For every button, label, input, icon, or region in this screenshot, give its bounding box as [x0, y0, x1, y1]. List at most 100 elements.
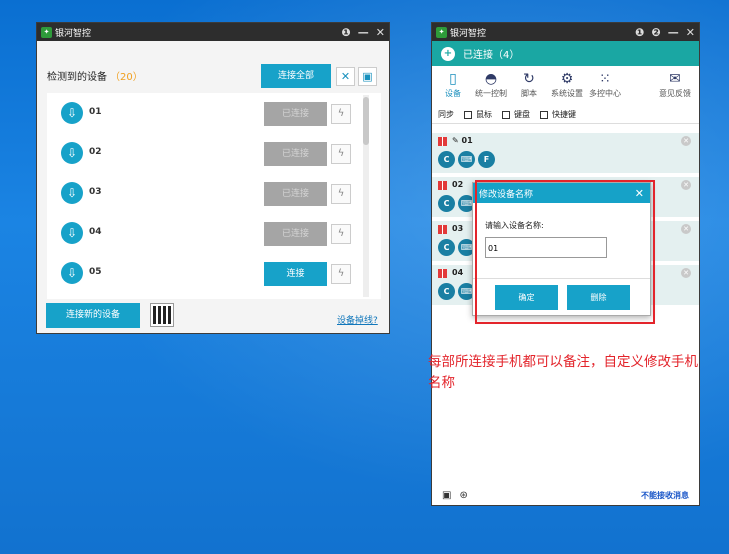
sync-keyboard-checkbox[interactable]: 键盘: [502, 109, 530, 120]
windows-icon: [438, 269, 447, 278]
list-item: ⇩ 04 已连接 ϟ: [47, 213, 367, 253]
screen-icon[interactable]: C: [438, 195, 455, 212]
gear-icon: ⚙: [560, 71, 574, 87]
device-name: ✎ 01: [452, 136, 473, 145]
detected-count: （20）: [110, 71, 143, 83]
device-name: 03: [89, 187, 102, 197]
title-bar: ✦ 银河智控 ❶ ❷ — ✕: [432, 23, 699, 41]
connected-button[interactable]: 已连接: [264, 142, 327, 166]
close-icon[interactable]: ✕: [681, 224, 691, 234]
flash-icon[interactable]: ϟ: [331, 144, 351, 164]
connected-button[interactable]: 已连接: [264, 222, 327, 246]
device-name: 01: [89, 107, 102, 117]
connected-button[interactable]: 已连接: [264, 182, 327, 206]
info-icon[interactable]: ❶: [341, 26, 350, 39]
windows-icon: [438, 225, 447, 234]
minimize-button[interactable]: —: [358, 26, 369, 39]
tool-unified-control[interactable]: ◓ 统一控制: [472, 70, 510, 106]
title-bar: ✦ 银河智控 ❶ — ✕: [37, 23, 389, 41]
checkbox-label: 鼠标: [476, 110, 492, 119]
device-name-text: 01: [461, 136, 473, 145]
tool-settings[interactable]: ⚙ 系统设置: [548, 70, 586, 106]
device-name: 04: [89, 227, 102, 237]
device-name: 02: [89, 147, 102, 157]
message-status[interactable]: 不能接收消息: [641, 490, 689, 501]
list-item: ⇩ 05 连接 ϟ: [47, 253, 367, 293]
keyboard-icon[interactable]: ⌨: [458, 151, 475, 168]
sync-label: 同步: [438, 110, 454, 119]
device-name: 02: [452, 180, 464, 189]
connect-new-device-button[interactable]: 连接新的设备: [46, 303, 140, 328]
list-item: ⇩ 01 已连接 ϟ: [47, 93, 367, 133]
checkbox-label: 键盘: [514, 110, 530, 119]
flash-icon[interactable]: ϟ: [331, 224, 351, 244]
connect-all-button[interactable]: 连接全部: [261, 64, 331, 88]
usb-icon: ⇩: [61, 222, 83, 244]
feedback-icon: ✉: [669, 71, 681, 87]
tool-label: 多控中心: [589, 89, 621, 98]
tool-devices[interactable]: ▯ 设备: [434, 70, 472, 106]
flash-icon[interactable]: ϟ: [331, 264, 351, 284]
usb-icon: ⇩: [61, 142, 83, 164]
help-icon[interactable]: ❷: [651, 26, 660, 39]
tool-label: 系统设置: [551, 89, 583, 98]
status-bar: ▣ ⊛ 不能接收消息: [432, 485, 699, 505]
close-icon[interactable]: ✕: [681, 136, 691, 146]
sync-shortcut-checkbox[interactable]: 快捷键: [540, 109, 576, 120]
info-icon[interactable]: ❶: [635, 26, 644, 39]
window-title: 银河智控: [450, 28, 487, 39]
windows-icon: [438, 181, 447, 190]
screen-icon[interactable]: C: [438, 151, 455, 168]
device-name: 05: [89, 267, 102, 277]
tool-feedback[interactable]: ✉ 意见反馈: [653, 70, 697, 106]
detected-label: 检测到的设备: [47, 71, 107, 83]
device-list-window: ✦ 银河智控 ❶ — ✕ 检测到的设备 （20） 连接全部 ✕ ▣ ⇩ 01 已…: [36, 22, 390, 334]
usb-icon: ⇩: [61, 102, 83, 124]
connect-button[interactable]: 连接: [264, 262, 327, 286]
scrollbar-thumb[interactable]: [363, 97, 369, 145]
device-name: 03: [452, 224, 464, 233]
device-card[interactable]: ✎ 01 ✕ C ⌨ F: [432, 133, 699, 175]
tools-icon[interactable]: ✕: [336, 67, 355, 86]
usb-icon: ⇩: [61, 182, 83, 204]
window-title: 银河智控: [55, 28, 92, 39]
checkbox-label: 快捷键: [552, 110, 576, 119]
grid-icon: ⁙: [599, 71, 611, 87]
flash-icon[interactable]: ϟ: [331, 104, 351, 124]
close-button[interactable]: ✕: [376, 26, 385, 39]
minimize-button[interactable]: —: [668, 26, 679, 39]
flash-icon[interactable]: ϟ: [331, 184, 351, 204]
toolbox-icon[interactable]: ▣: [358, 67, 377, 86]
close-icon[interactable]: ✕: [681, 268, 691, 278]
device-offline-link[interactable]: 设备掉线?: [337, 313, 378, 326]
tool-label: 意见反馈: [659, 89, 691, 98]
tool-label: 脚本: [521, 89, 537, 98]
settings-wheel-icon[interactable]: ⊛: [459, 490, 467, 501]
annotation-text: 每部所连接手机都可以备注，自定义修改手机名称: [428, 354, 698, 391]
highlight-box: [475, 180, 655, 324]
connected-bar[interactable]: + 已连接（4）: [432, 41, 699, 66]
tool-label: 统一控制: [475, 89, 507, 98]
add-icon[interactable]: +: [441, 46, 455, 61]
control-icon: ◓: [484, 71, 498, 87]
usb-icon: ⇩: [61, 262, 83, 284]
toolbar: ▯ 设备 ◓ 统一控制 ↻ 脚本 ⚙ 系统设置 ⁙ 多控中心 ✉ 意见反馈: [432, 66, 699, 106]
script-icon: ↻: [523, 71, 535, 87]
file-icon[interactable]: F: [478, 151, 495, 168]
connected-button[interactable]: 已连接: [264, 102, 327, 126]
tool-multi-control[interactable]: ⁙ 多控中心: [586, 70, 624, 106]
sync-bar: 同步 鼠标 键盘 快捷键: [432, 106, 699, 124]
close-button[interactable]: ✕: [686, 26, 695, 39]
windows-icon: [438, 137, 447, 146]
list-item: ⇩ 03 已连接 ϟ: [47, 173, 367, 213]
close-icon[interactable]: ✕: [681, 180, 691, 190]
qr-code-icon[interactable]: [150, 303, 174, 327]
screen-icon[interactable]: C: [438, 239, 455, 256]
sync-mouse-checkbox[interactable]: 鼠标: [464, 109, 492, 120]
image-icon[interactable]: ▣: [442, 490, 451, 501]
list-scrollbar[interactable]: [363, 95, 369, 297]
screen-icon[interactable]: C: [438, 283, 455, 300]
footer: 连接新的设备 设备掉线?: [37, 299, 389, 333]
tool-script[interactable]: ↻ 脚本: [510, 70, 548, 106]
device-name: 04: [452, 268, 464, 277]
